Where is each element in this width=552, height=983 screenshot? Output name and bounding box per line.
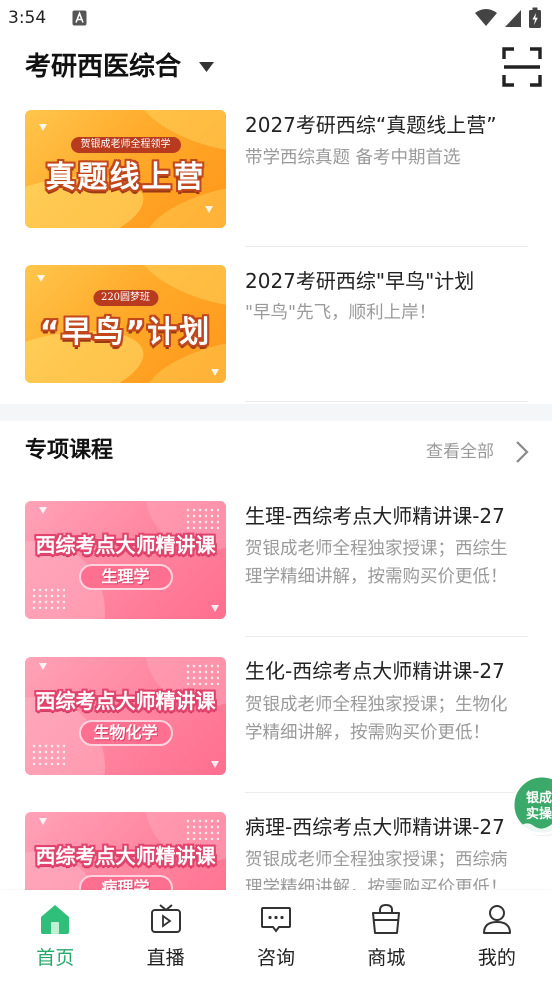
decor-triangle: [37, 275, 45, 282]
decor-dots: [185, 507, 219, 529]
course-title[interactable]: 病理-西综考点大师精讲课-27: [245, 815, 505, 839]
course-thumbnail[interactable]: 西综考点大师精讲课 生理学: [25, 501, 226, 619]
thumbnail-headline: 西综考点大师精讲课: [35, 844, 216, 868]
course-feed[interactable]: 贺银成老师全程领学 真题线上营 2027考研西综“真题线上营” 带学西综真题 备…: [0, 0, 552, 890]
badge-text: 实操: [526, 806, 552, 822]
live-tv-icon: [150, 904, 181, 933]
section-separator: [0, 404, 552, 421]
nav-item-home[interactable]: 首页: [0, 890, 110, 983]
decor-triangle: [39, 818, 47, 825]
nav-item-profile[interactable]: 我的: [442, 890, 552, 983]
floating-promo-badge[interactable]: 银成 实操: [506, 770, 552, 840]
view-all-link[interactable]: 查看全部: [426, 440, 494, 464]
nav-label: 商城: [367, 947, 406, 969]
course-subtitle: 带学西综真题 备考中期首选: [245, 148, 461, 168]
user-icon: [482, 905, 511, 934]
course-subtitle: 贺银成老师全程独家授课；西综生理学精细讲解，按需购买价更低！: [245, 539, 508, 587]
nav-item-consult[interactable]: 咨询: [221, 890, 331, 983]
chat-icon: [261, 907, 292, 933]
thumbnail-headline: 真题线上营: [45, 160, 206, 195]
course-subtitle: "早鸟"先飞，顺利上岸！: [245, 303, 437, 323]
course-title[interactable]: 生化-西综考点大师精讲课-27: [245, 659, 505, 683]
thumbnail-banner: 贺银成老师全程领学: [70, 137, 181, 153]
nav-item-shop[interactable]: 商城: [331, 890, 441, 983]
decor-triangle: [39, 507, 47, 514]
nav-label: 我的: [477, 947, 516, 969]
divider: [245, 246, 528, 247]
thumbnail-headline: 西综考点大师精讲课: [35, 689, 216, 713]
decor-dots: [31, 587, 65, 609]
divider: [245, 636, 528, 637]
decor-triangle: [211, 369, 219, 376]
thumbnail-banner: 220圆梦班: [92, 290, 159, 306]
badge-text: 银成: [526, 790, 552, 806]
thumbnail-subject-pill: 生物化学: [78, 720, 173, 746]
section-title: 专项课程: [25, 438, 114, 463]
thumbnail-headline: “早鸟”计划: [39, 315, 212, 350]
divider: [245, 792, 528, 793]
nav-label: 咨询: [257, 947, 296, 969]
nav-item-live[interactable]: 直播: [110, 890, 220, 983]
course-title[interactable]: 2027考研西综“真题线上营”: [245, 113, 497, 137]
nav-label: 首页: [36, 947, 75, 969]
nav-label: 直播: [146, 947, 185, 969]
decor-triangle: [39, 663, 47, 670]
course-thumbnail[interactable]: 贺银成老师全程领学 真题线上营: [25, 110, 226, 228]
course-title[interactable]: 2027考研西综"早鸟"计划: [245, 269, 474, 293]
shopping-bag-icon: [372, 903, 401, 934]
course-subtitle: 贺银成老师全程独家授课；生物化学精细讲解，按需购买价更低！: [245, 695, 508, 743]
bottom-navigation: 首页 直播 咨询 商城 我的: [0, 890, 552, 983]
decor-dots: [31, 743, 65, 765]
decor-triangle: [205, 206, 213, 213]
decor-dots: [185, 663, 219, 685]
course-thumbnail[interactable]: 西综考点大师精讲课 病理学: [25, 812, 226, 890]
course-title[interactable]: 生理-西综考点大师精讲课-27: [245, 504, 505, 528]
course-subtitle: 贺银成老师全程独家授课；西综病理学精细讲解，按需购买价更低！: [245, 850, 508, 890]
decor-dots: [185, 818, 219, 840]
thumbnail-subject-pill: 生理学: [78, 564, 173, 590]
course-thumbnail[interactable]: 220圆梦班 “早鸟”计划: [25, 265, 226, 383]
thumbnail-headline: 西综考点大师精讲课: [35, 533, 216, 557]
thumbnail-subject-pill: 病理学: [78, 875, 173, 890]
decor-triangle: [211, 761, 219, 768]
chevron-right-icon[interactable]: [513, 439, 531, 465]
divider: [245, 401, 528, 402]
decor-triangle: [39, 124, 47, 131]
decor-triangle: [211, 605, 219, 612]
course-thumbnail[interactable]: 西综考点大师精讲课 生物化学: [25, 657, 226, 775]
home-icon: [41, 905, 70, 934]
